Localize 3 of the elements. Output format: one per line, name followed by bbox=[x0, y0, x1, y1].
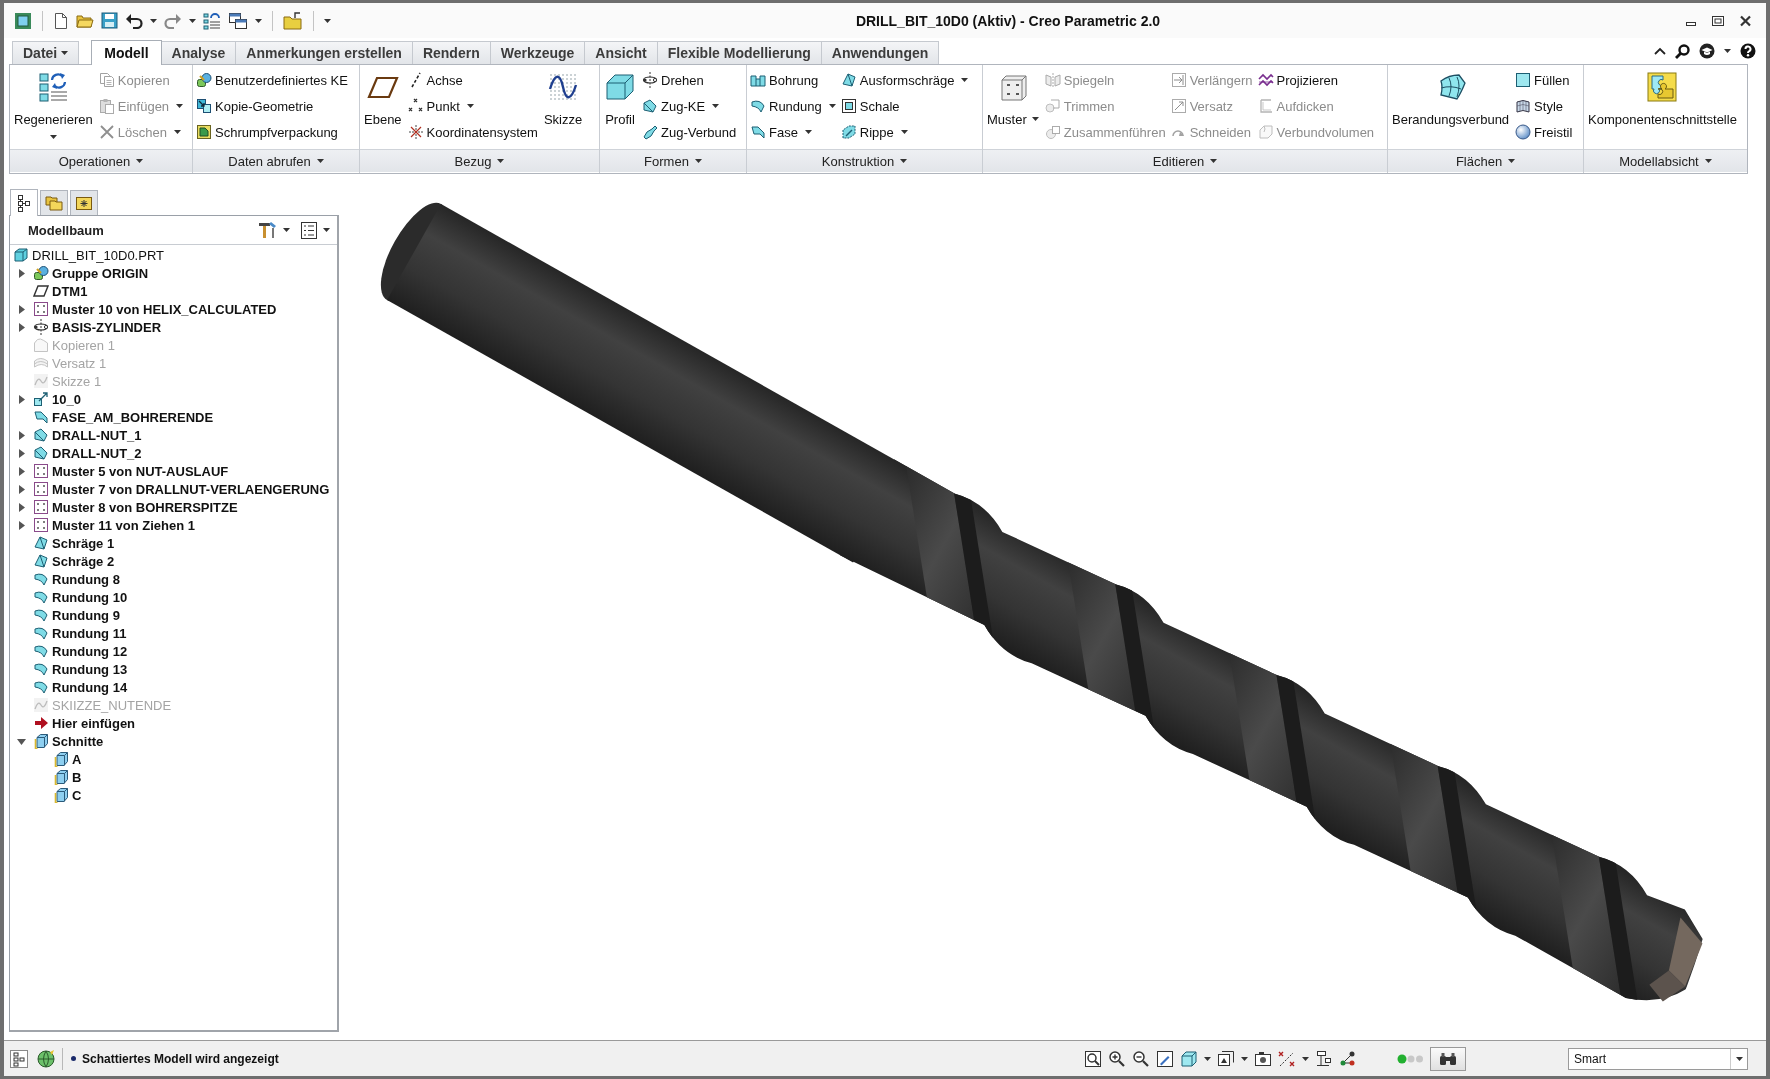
status-message: Schattiertes Modell wird angezeigt bbox=[82, 1051, 279, 1066]
window-title: DRILL_BIT_10D0 (Aktiv) - Creo Parametric 2.0 bbox=[855, 12, 1161, 29]
panel-title: Modellbaum bbox=[28, 223, 104, 238]
